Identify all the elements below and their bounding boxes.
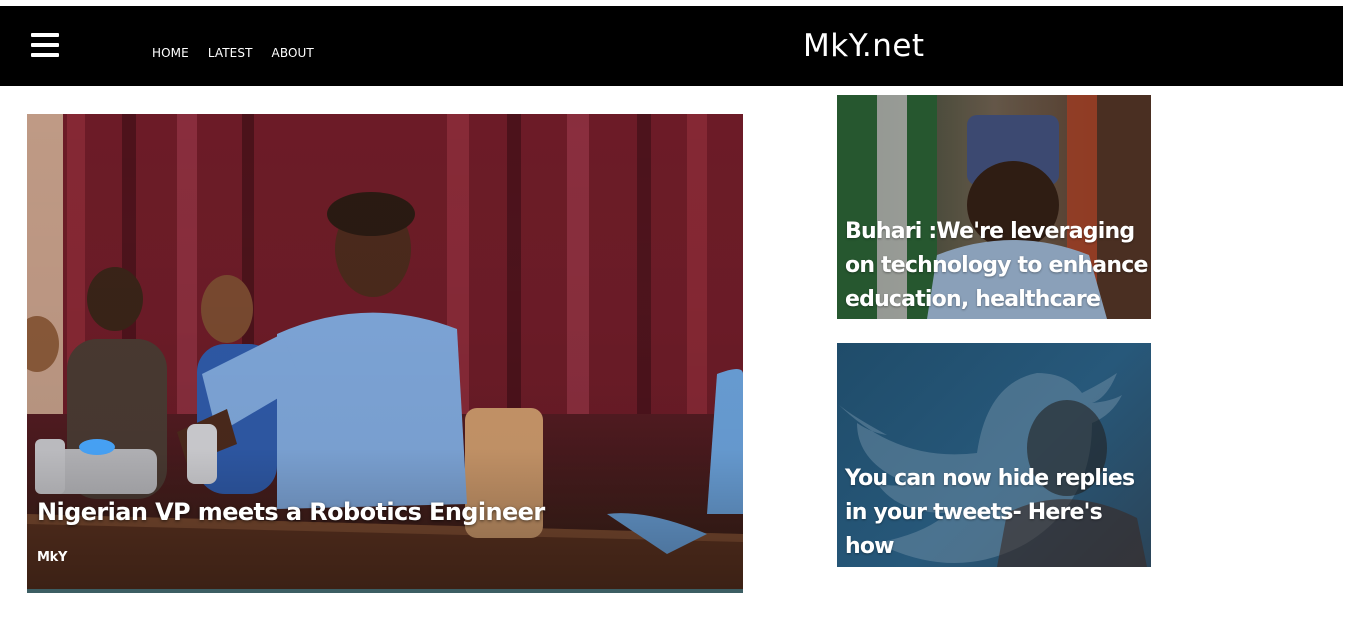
nav-home-link[interactable]: HOME — [152, 46, 189, 60]
nav-about-link[interactable]: ABOUT — [272, 46, 314, 60]
site-logo[interactable]: MkY.net — [803, 28, 925, 64]
featured-accent-strip — [27, 589, 743, 593]
side-story-title[interactable]: You can now hide replies in your tweets-… — [845, 462, 1151, 564]
main-nav: HOME LATEST ABOUT — [152, 46, 314, 60]
side-story-card[interactable]: Buhari :We're leveraging on technology t… — [837, 95, 1151, 319]
side-story-card[interactable]: You can now hide replies in your tweets-… — [837, 343, 1151, 567]
featured-story-card[interactable]: Nigerian VP meets a Robotics Engineer Mk… — [27, 114, 743, 593]
hamburger-bar — [31, 43, 59, 47]
featured-story-author[interactable]: MkY — [37, 550, 67, 565]
hamburger-menu-icon[interactable] — [31, 33, 59, 59]
side-story-title[interactable]: Buhari :We're leveraging on technology t… — [845, 215, 1151, 317]
hamburger-bar — [31, 53, 59, 57]
hamburger-bar — [31, 33, 59, 37]
nav-latest-link[interactable]: LATEST — [208, 46, 253, 60]
site-header: HOME LATEST ABOUT MkY.net — [0, 6, 1343, 86]
featured-story-title[interactable]: Nigerian VP meets a Robotics Engineer — [37, 498, 545, 526]
